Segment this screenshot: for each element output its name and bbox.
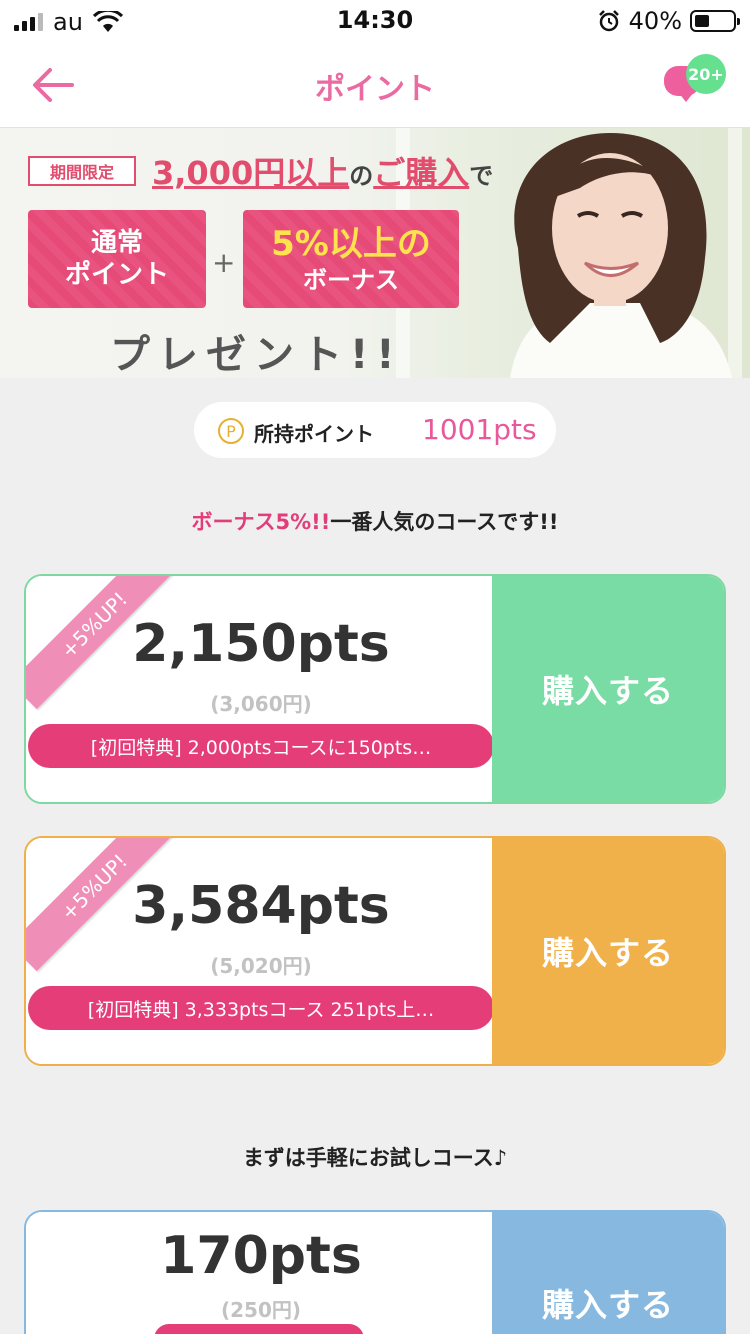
point-coin-icon: P xyxy=(218,418,244,444)
campaign-banner[interactable]: 期間限定 3,000円以上のご購入で 通常 ポイント + 5%以上の ボーナス … xyxy=(0,128,750,378)
bonus-box: 5%以上の ボーナス xyxy=(243,210,459,308)
course-card[interactable]: 170pts (250円) 購入する xyxy=(24,1210,726,1334)
owned-points-label: 所持ポイント xyxy=(254,422,374,446)
first-time-perk[interactable]: [初回特典] 2,000ptsコースに150pts… xyxy=(28,724,494,768)
banner-headline: 3,000円以上のご購入で xyxy=(152,148,493,194)
popular-course-message: ボーナス5%!!一番人気のコースです!! xyxy=(0,506,750,536)
battery-icon xyxy=(690,10,740,32)
popular-highlight: ボーナス5%!! xyxy=(191,510,331,534)
bonus-label: ボーナス xyxy=(302,266,399,295)
popular-text: 一番人気のコースです!! xyxy=(330,510,559,534)
present-text: プレゼント!! xyxy=(110,332,403,378)
first-time-perk[interactable] xyxy=(154,1324,364,1334)
page-title: ポイント xyxy=(315,72,435,107)
status-bar: au 14:30 40% xyxy=(0,0,750,40)
course-price: (3,060円) xyxy=(210,692,312,716)
battery-percent: 40% xyxy=(628,7,682,35)
plus-sign: + xyxy=(212,246,236,279)
course-card[interactable]: 3,584pts (5,020円) [初回特典] 3,333ptsコース 251… xyxy=(24,836,726,1066)
chat-bubble-tail xyxy=(678,92,694,102)
course-info: 3,584pts (5,020円) [初回特典] 3,333ptsコース 251… xyxy=(26,838,496,1064)
course-info: 170pts (250円) xyxy=(26,1212,496,1334)
course-price: (5,020円) xyxy=(210,954,312,978)
buy-button[interactable]: 購入する xyxy=(492,1212,724,1334)
bonus-highlight: 5%以上の xyxy=(271,223,431,264)
course-points: 170pts xyxy=(160,1226,362,1286)
limited-time-label: 期間限定 xyxy=(28,156,136,186)
normal-points-box: 通常 ポイント xyxy=(28,210,206,308)
nav-bar: ポイント 20+ xyxy=(0,40,750,128)
model-photo xyxy=(510,133,732,378)
course-price: (250円) xyxy=(220,1298,302,1322)
course-info: 2,150pts (3,060円) [初回特典] 2,000ptsコースに150… xyxy=(26,576,496,802)
trial-course-message: まずは手軽にお試しコース♪ xyxy=(242,1146,508,1170)
headline-amount: 3,000円以上 xyxy=(152,154,350,192)
notification-badge: 20+ xyxy=(686,54,726,94)
status-right: 40% xyxy=(597,7,740,35)
headline-purchase: ご購入 xyxy=(373,154,470,192)
chat-button[interactable]: 20+ xyxy=(664,54,728,114)
buy-button[interactable]: 購入する xyxy=(492,576,724,802)
headline-no: の xyxy=(349,162,374,190)
alarm-icon xyxy=(598,10,619,32)
buy-button[interactable]: 購入する xyxy=(492,838,724,1064)
first-time-perk[interactable]: [初回特典] 3,333ptsコース 251pts上… xyxy=(28,986,494,1030)
owned-points-value: 1001pts xyxy=(422,413,537,446)
course-card[interactable]: 2,150pts (3,060円) [初回特典] 2,000ptsコースに150… xyxy=(24,574,726,804)
owned-points-pill: P 所持ポイント 1001pts xyxy=(194,402,556,458)
